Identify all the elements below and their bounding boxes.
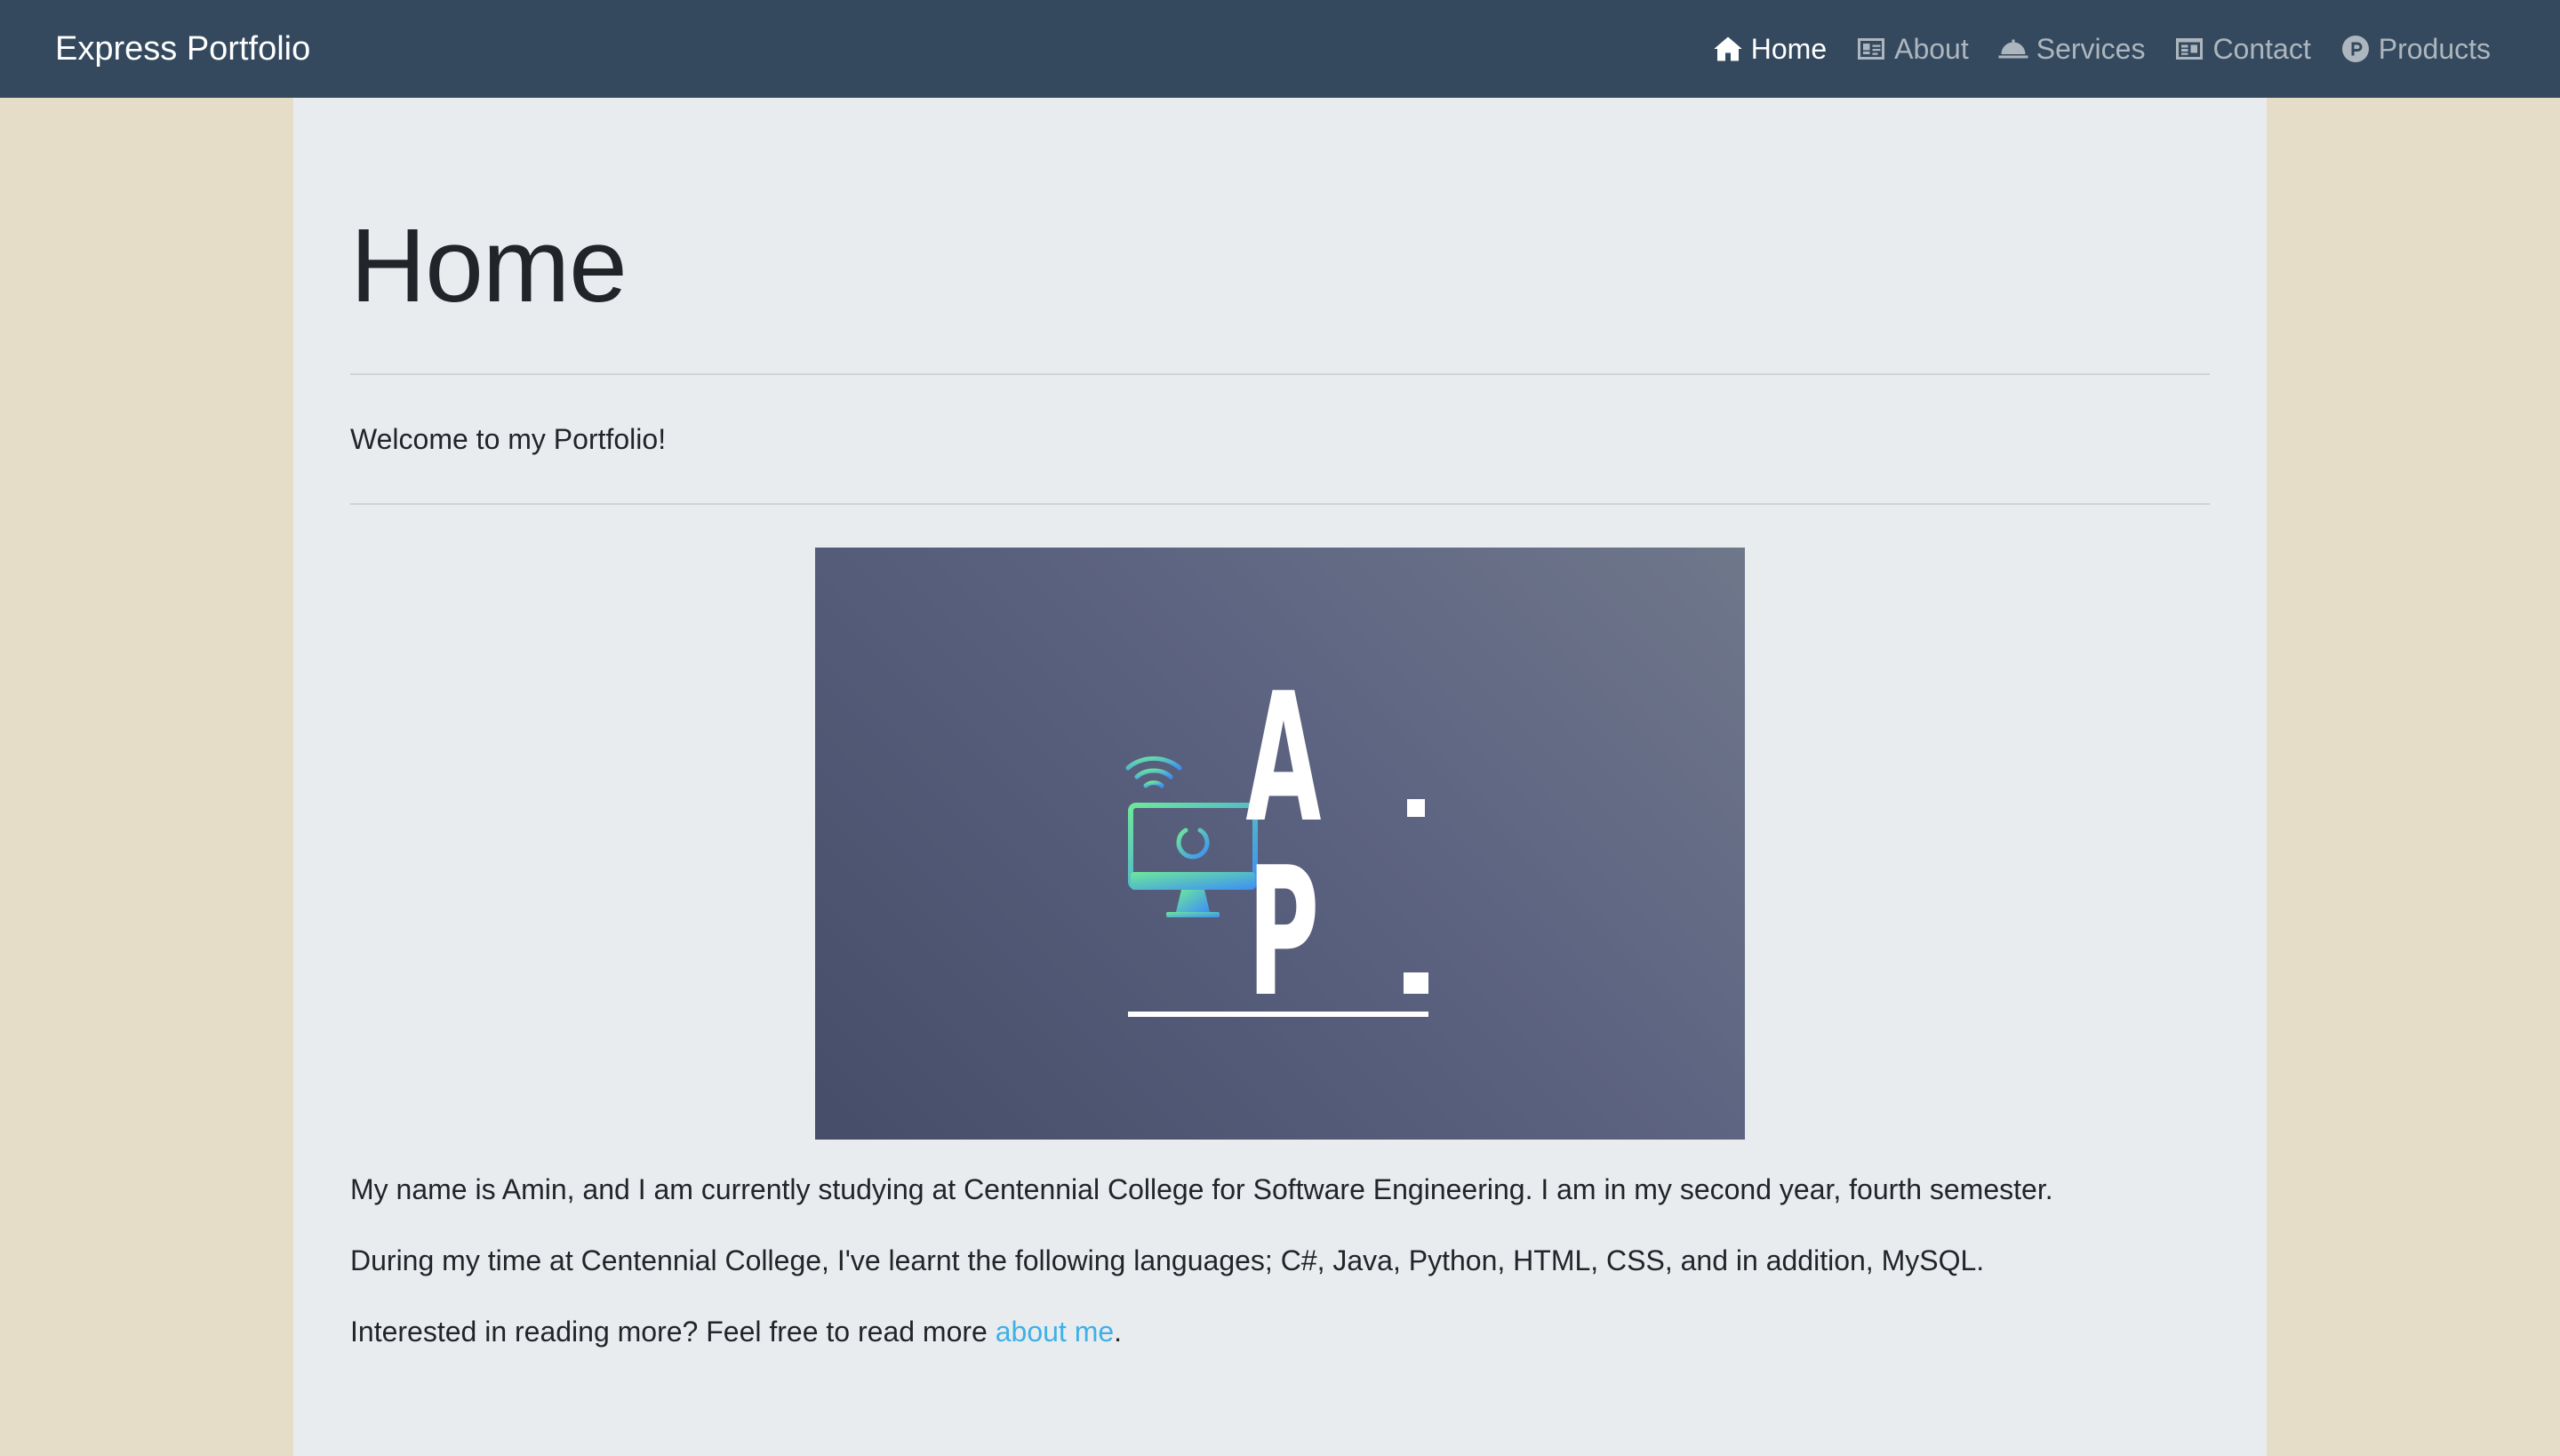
languages-paragraph: During my time at Centennial College, I'… [350,1244,1985,1276]
read-more-period: . [1114,1316,1123,1348]
nav-home[interactable]: Home [1712,33,1827,66]
intro-paragraph: My name is Amin, and I am currently stud… [350,1173,2053,1205]
id-card-icon [1858,38,1885,60]
home-icon [1714,36,1742,61]
read-more-text: Interested in reading more? Feel free to… [350,1316,996,1348]
power-icon [1176,820,1210,860]
nav-about-label: About [1894,32,1969,65]
wifi-icon [1125,756,1182,788]
hero-logo-image: A P [815,548,1745,1140]
welcome-text: Welcome to my Portfolio! [350,423,667,455]
ap-logo-graphic: A P [1125,655,1428,1036]
logo-letter-p: P [1248,829,1320,1036]
nav-links: Home About Services Contact Products [1712,0,2491,98]
divider [350,503,2210,505]
nav-products-label: Products [2378,32,2491,65]
nav-services[interactable]: Services [1997,32,2146,66]
nav-products[interactable]: Products [2340,33,2491,66]
navbar: Express Portfolio Home About Services Co… [0,0,2560,98]
contact-card-icon [2176,38,2204,60]
main-content: Home Welcome to my Portfolio! A P My nam… [293,98,2267,1456]
monitor-icon [1128,803,1258,917]
nav-about[interactable]: About [1855,33,1969,66]
about-me-link[interactable]: about me [996,1316,1114,1348]
product-p-icon [2341,36,2369,62]
nav-services-label: Services [2036,32,2146,65]
nav-contact-label: Contact [2212,32,2311,65]
nav-home-label: Home [1750,32,1828,65]
nav-contact[interactable]: Contact [2173,32,2311,66]
service-bell-icon [1998,39,2028,59]
page-title: Home [350,207,628,324]
read-more-paragraph: Interested in reading more? Feel free to… [350,1310,2210,1353]
brand-link[interactable]: Express Portfolio [55,0,310,98]
